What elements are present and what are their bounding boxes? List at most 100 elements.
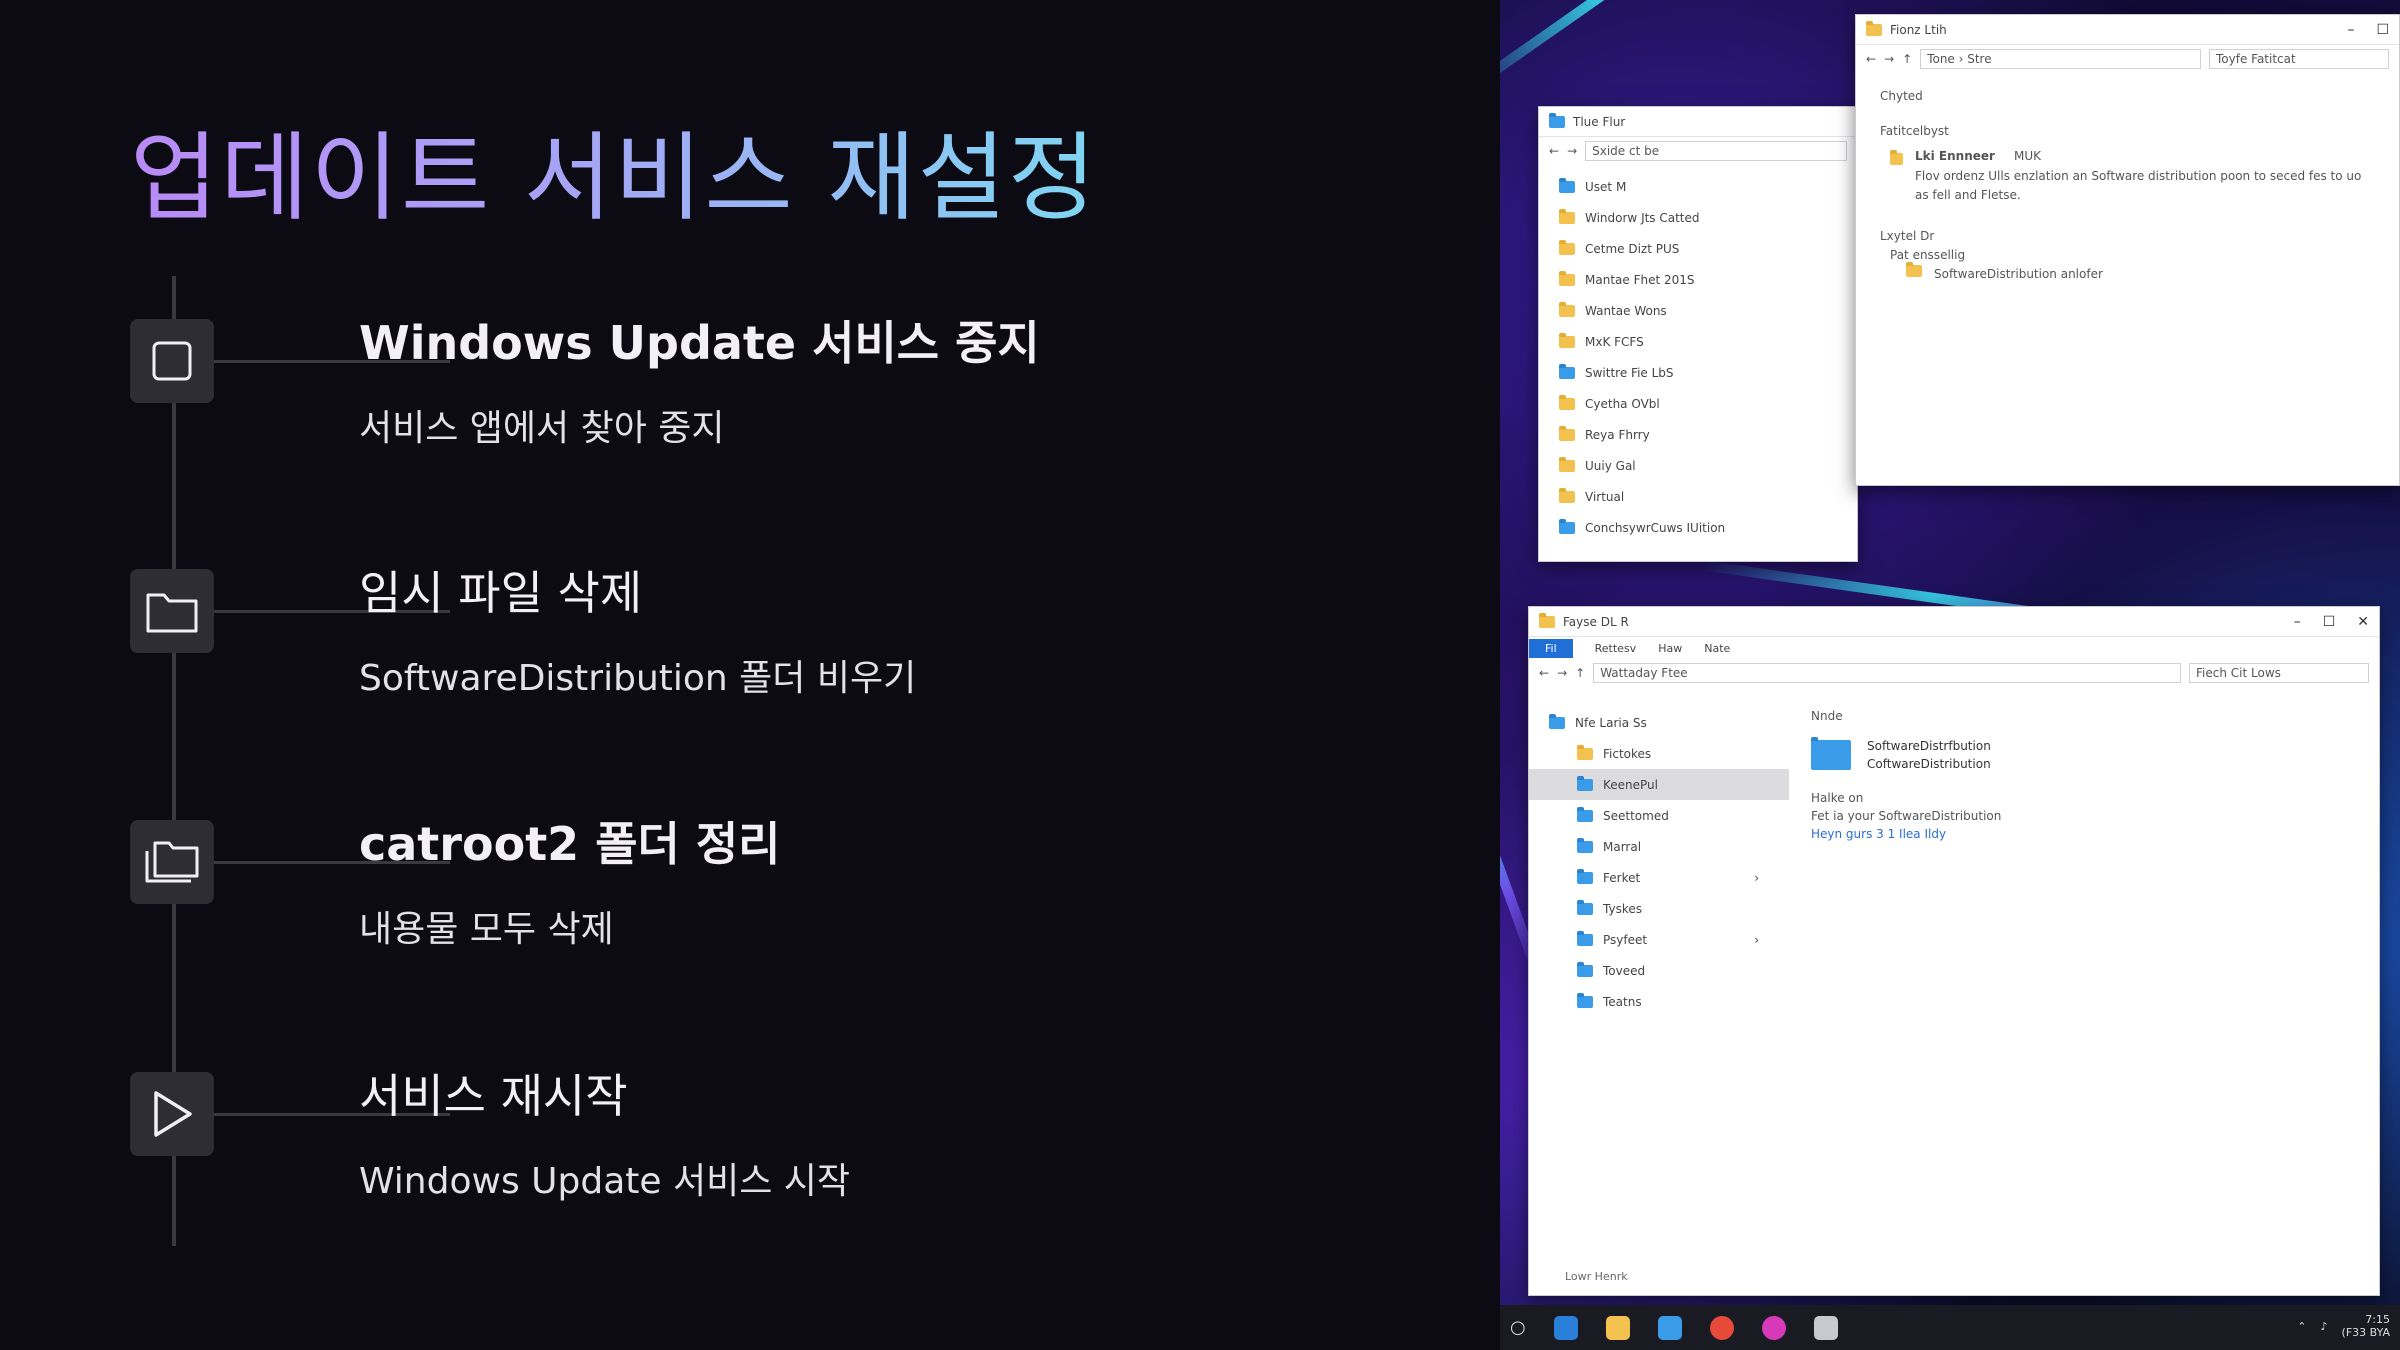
- folder-icon: [1811, 737, 1851, 770]
- edge-icon[interactable]: [1553, 1315, 1578, 1340]
- search-circle-icon[interactable]: ○: [1510, 1317, 1526, 1338]
- nav-item[interactable]: Cyetha OVbl: [1539, 388, 1857, 419]
- nav-item[interactable]: Nfe Laria Ss: [1529, 707, 1789, 738]
- nav-item[interactable]: Tyskes: [1529, 893, 1789, 924]
- nav-item[interactable]: Marral: [1529, 831, 1789, 862]
- status-bar: Lowr Henrk: [1565, 1270, 1628, 1283]
- list-item[interactable]: SoftwareDistribution anlofer: [1906, 262, 2375, 284]
- nav-item[interactable]: Reya Fhrry: [1539, 419, 1857, 450]
- folder-icon: [146, 593, 198, 633]
- content-heading: Nnde: [1811, 709, 1843, 723]
- file-explorer-icon[interactable]: [1605, 1315, 1630, 1340]
- nav-item[interactable]: Cetme Dizt PUS: [1539, 233, 1857, 264]
- address-bar[interactable]: Wattaday Ftee: [1593, 663, 2181, 683]
- nav-item[interactable]: Toveed: [1529, 955, 1789, 986]
- section-sublabel: Pat enssellig: [1890, 248, 1966, 263]
- step-subtext: 서비스 앱에서 찾아 중지: [359, 408, 725, 449]
- chrome-icon[interactable]: [1709, 1315, 1734, 1340]
- list-item[interactable]: SoftwareDistrfbution CoftwareDistributio…: [1811, 737, 2357, 773]
- nav-item[interactable]: Psyfeet ›: [1529, 924, 1789, 955]
- explorer-window-back[interactable]: Tlue Flur ← → Sxide ct be Uset M Windorw…: [1538, 106, 1858, 562]
- forward-arrow-icon[interactable]: →: [1884, 52, 1894, 66]
- back-arrow-icon[interactable]: ←: [1549, 144, 1559, 158]
- play-icon: [154, 1091, 192, 1137]
- explorer-window-top[interactable]: Fionz Ltih – ☐ ← → ↑ Tone › Stre Toyfe Fa…: [1855, 14, 2400, 486]
- address-bar[interactable]: Sxide ct be: [1585, 141, 1847, 161]
- step-delete-temp: 임시 파일 삭제 SoftwareDistribution 폴더 비우기: [130, 566, 1430, 769]
- note-text: Halke on: [1811, 791, 1864, 805]
- step-subtext: Windows Update 서비스 시작: [359, 1161, 851, 1202]
- ribbon-tab[interactable]: Haw: [1658, 642, 1682, 655]
- up-arrow-icon[interactable]: ↑: [1575, 666, 1585, 680]
- nav-item[interactable]: Windorw Jts Catted: [1539, 202, 1857, 233]
- address-row: ← → ↑ Wattaday Ftee Fiech Cit Lows: [1529, 659, 2379, 687]
- nav-item[interactable]: Teatns: [1529, 986, 1789, 1017]
- list-item[interactable]: Lki Ennneer MUK Flov ordenz Ulls enzlati…: [1890, 147, 2375, 205]
- explorer-icon: [1866, 20, 1882, 36]
- volume-icon[interactable]: ♪: [2321, 1320, 2328, 1333]
- title-bar[interactable]: Tlue Flur: [1539, 107, 1857, 137]
- ribbon-tab[interactable]: Nate: [1704, 642, 1730, 655]
- nav-item[interactable]: Ferket ›: [1529, 862, 1789, 893]
- title-bar[interactable]: Fionz Ltih – ☐: [1856, 15, 2399, 45]
- maximize-icon[interactable]: ☐: [2376, 22, 2389, 38]
- window-title: Fayse DL R: [1563, 614, 1629, 629]
- step-restart-service: 서비스 재시작 Windows Update 서비스 시작: [130, 1069, 1430, 1272]
- folders-icon: [145, 841, 199, 883]
- back-arrow-icon[interactable]: ←: [1866, 52, 1876, 66]
- step-node: [130, 569, 214, 653]
- nav-item[interactable]: Fictokes: [1529, 738, 1789, 769]
- nav-item[interactable]: Swittre Fie LbS: [1539, 357, 1857, 388]
- details-link[interactable]: Heyn gurs 3 1 Ilea Ildy: [1811, 825, 2357, 843]
- content-heading: Chyted: [1880, 89, 1923, 103]
- app-icon[interactable]: [1813, 1315, 1838, 1340]
- nav-item[interactable]: KeenePul: [1529, 769, 1789, 800]
- close-icon[interactable]: ✕: [2357, 614, 2369, 630]
- window-title: Tlue Flur: [1573, 114, 1626, 129]
- search-input[interactable]: Toyfe Fatitcat: [2209, 49, 2389, 69]
- nav-item[interactable]: ConchsywrCuws IUition: [1539, 512, 1857, 543]
- forward-arrow-icon[interactable]: →: [1557, 666, 1567, 680]
- file-tab[interactable]: Fil: [1529, 638, 1573, 658]
- chevron-right-icon[interactable]: ›: [1754, 933, 1759, 947]
- step-heading: catroot2 폴더 정리: [359, 817, 781, 871]
- nav-item[interactable]: Virtual: [1539, 481, 1857, 512]
- up-arrow-icon[interactable]: ↑: [1902, 52, 1912, 66]
- section-label: Lxytel Dr: [1880, 228, 1935, 243]
- nav-item[interactable]: MxK FCFS: [1539, 326, 1857, 357]
- minimize-icon[interactable]: –: [2294, 614, 2301, 630]
- nav-item[interactable]: Uset M: [1539, 171, 1857, 202]
- address-row: ← → Sxide ct be: [1539, 137, 1857, 165]
- nav-item[interactable]: Seettomed: [1529, 800, 1789, 831]
- back-arrow-icon[interactable]: ←: [1539, 666, 1549, 680]
- nav-item[interactable]: Wantae Wons: [1539, 295, 1857, 326]
- minimize-icon[interactable]: –: [2347, 22, 2354, 38]
- address-bar[interactable]: Tone › Stre: [1920, 49, 2201, 69]
- nav-item[interactable]: Uuiy Gal: [1539, 450, 1857, 481]
- folder-name: SoftwareDistrfbution: [1867, 739, 1991, 753]
- maximize-icon[interactable]: ☐: [2323, 614, 2336, 630]
- step-clean-catroot2: catroot2 폴더 정리 내용물 모두 삭제: [130, 817, 1430, 1020]
- app-icon[interactable]: [1761, 1315, 1786, 1340]
- chevron-right-icon[interactable]: ›: [1754, 871, 1759, 885]
- title-bar[interactable]: Fayse DL R – ☐ ✕: [1529, 607, 2379, 637]
- section-label: Fatitcelbyst: [1880, 124, 1949, 139]
- step-heading: Windows Update 서비스 중지: [359, 316, 1040, 370]
- network-icon[interactable]: ⌃: [2297, 1320, 2306, 1333]
- content-pane: Nnde SoftwareDistrfbution CoftwareDistri…: [1789, 687, 2379, 1017]
- nav-item[interactable]: Mantae Fhet 201S: [1539, 264, 1857, 295]
- clock-date[interactable]: (F33 BYA: [2342, 1326, 2390, 1339]
- window-title: Fionz Ltih: [1890, 22, 1947, 37]
- explorer-icon: [1539, 612, 1555, 628]
- store-icon[interactable]: [1657, 1315, 1682, 1340]
- forward-arrow-icon[interactable]: →: [1567, 144, 1577, 158]
- clock-time[interactable]: 7:15: [2342, 1313, 2390, 1326]
- explorer-icon: [1549, 112, 1565, 128]
- folder-name: CoftwareDistribution: [1867, 757, 1991, 771]
- desktop-screenshot: Tlue Flur ← → Sxide ct be Uset M Windorw…: [1500, 0, 2400, 1350]
- ribbon-tab[interactable]: Rettesv: [1595, 642, 1637, 655]
- step-node: [130, 1072, 214, 1156]
- search-input[interactable]: Fiech Cit Lows: [2189, 663, 2369, 683]
- step-node: [130, 820, 214, 904]
- explorer-window-front[interactable]: Fayse DL R – ☐ ✕ Fil Rettesv Haw Nate ← → …: [1528, 606, 2380, 1296]
